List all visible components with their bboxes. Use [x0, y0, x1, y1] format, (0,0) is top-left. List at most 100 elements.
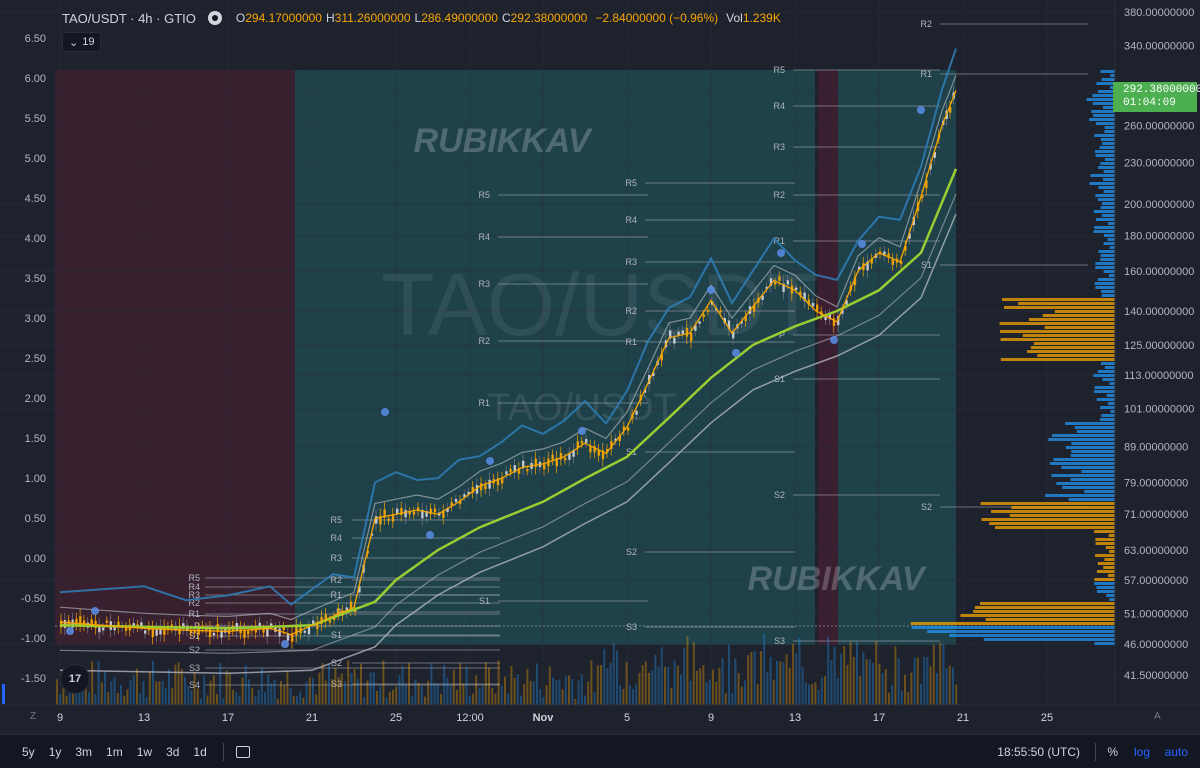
time-tick-label: 17: [222, 712, 234, 724]
time-tick-label: 13: [789, 712, 801, 724]
pivot-label-r4: R4: [773, 101, 785, 111]
volume-bar: [225, 670, 228, 705]
utc-clock[interactable]: 18:55:50 (UTC): [997, 745, 1080, 759]
candle-body: [580, 440, 584, 444]
volume-bar: [443, 664, 446, 705]
volume-profile-bar: [1093, 390, 1115, 393]
volume-bar: [411, 695, 414, 705]
volume-bar: [798, 637, 801, 705]
volume-profile-bar: [1103, 234, 1115, 237]
volume-profile-bar: [1027, 350, 1115, 353]
volume-bar: [280, 680, 282, 705]
oscillator-tick-label: 5.00: [25, 153, 46, 165]
volume-bar: [731, 692, 734, 705]
price-tick-label: 340.00000000: [1124, 40, 1194, 52]
indicators-count: 19: [82, 36, 95, 48]
volume-profile-bar: [1001, 298, 1115, 301]
date-range-icon[interactable]: [235, 745, 250, 758]
volume-bar: [744, 680, 746, 705]
volume-bar: [904, 674, 906, 705]
indicators-toggle-button[interactable]: ⌄ 19: [62, 32, 102, 52]
timeframe-1m[interactable]: 1m: [106, 745, 123, 759]
volume-profile-bar: [1000, 358, 1115, 361]
oscillator-tick-label: 6.00: [25, 73, 46, 85]
volume-bar: [683, 647, 686, 705]
volume-bar: [200, 698, 202, 705]
candle-body: [375, 516, 378, 524]
candle-body: [564, 457, 567, 461]
candle-body: [488, 479, 491, 489]
pivot-label-r4: R4: [330, 533, 342, 543]
volume-bar: [878, 664, 881, 705]
log-scale-toggle[interactable]: log: [1134, 745, 1150, 759]
candle-body: [505, 471, 508, 475]
volume-bar: [692, 642, 695, 705]
timeframe-3m[interactable]: 3m: [75, 745, 92, 759]
volume-bar: [152, 660, 154, 705]
percent-scale-toggle[interactable]: %: [1107, 745, 1118, 759]
candle-body: [677, 331, 680, 336]
volume-bar: [488, 667, 490, 705]
volume-profile-bar: [1037, 354, 1115, 357]
volume-bar: [558, 679, 561, 705]
volume-profile-bar: [1103, 170, 1115, 173]
price-tick-label: 230.00000000: [1124, 157, 1194, 169]
timeframe-1d[interactable]: 1d: [193, 745, 206, 759]
watermark-author-2: RUBIKKAV: [748, 560, 928, 598]
volume-bar: [526, 668, 529, 705]
volume-bar: [88, 691, 90, 705]
volume-profile-bar: [911, 626, 1115, 629]
volume-profile-bar: [1074, 426, 1115, 429]
tradingview-logo-icon[interactable]: 17: [60, 664, 90, 694]
open-key: O: [235, 11, 246, 25]
volume-bar: [590, 660, 593, 705]
volume-profile-bar: [1094, 578, 1115, 581]
volume-bar: [942, 644, 945, 705]
volume-bar: [100, 682, 103, 705]
pivot-label-r3: R3: [478, 279, 490, 289]
volume-bar: [196, 688, 199, 705]
volume-bar: [920, 683, 922, 705]
volume-bar: [481, 686, 484, 705]
timeframe-5y[interactable]: 5y: [22, 745, 35, 759]
symbol-title[interactable]: TAO/USDT · 4h · GTIO: [62, 11, 196, 26]
volume-profile-bar: [1030, 346, 1115, 349]
candle-body: [412, 511, 416, 515]
auto-corner-label[interactable]: A: [1154, 711, 1161, 722]
price-chart[interactable]: TAO/USDT TAO/USDT RUBIKKAV RUBIKKAV R5R4…: [0, 0, 1200, 768]
volume-bar: [94, 694, 97, 705]
time-axis-panel[interactable]: [0, 705, 1115, 734]
volume-bar: [126, 689, 129, 705]
volume-profile-bar: [1071, 442, 1115, 445]
auto-scale-toggle[interactable]: auto: [1165, 745, 1188, 759]
volume-bar: [792, 643, 794, 705]
watermark-author-1: RUBIKKAV: [414, 122, 594, 160]
price-tick-label: 200.00000000: [1124, 199, 1194, 211]
timeframe-3d[interactable]: 3d: [166, 745, 179, 759]
volume-bar: [171, 688, 174, 705]
zoom-corner-label[interactable]: Z: [30, 711, 36, 722]
candle-body: [795, 287, 798, 290]
volume-bar: [491, 687, 494, 705]
volume-bar: [193, 671, 196, 705]
price-tick-label: 51.00000000: [1124, 608, 1188, 620]
candle-body: [891, 259, 894, 265]
timeframe-1w[interactable]: 1w: [137, 745, 152, 759]
volume-bar: [552, 677, 554, 705]
volume-bar: [872, 662, 874, 705]
volume-key: Vol: [726, 11, 743, 25]
oscillator-tick-label: 3.00: [25, 313, 46, 325]
volume-bar: [430, 662, 433, 705]
timeframe-1y[interactable]: 1y: [49, 745, 62, 759]
volume-bar: [708, 679, 711, 705]
oscillator-tick-label: 3.50: [25, 273, 46, 285]
high-value: 311.26000000: [334, 11, 411, 25]
bullish-zone-2: [838, 70, 956, 645]
volume-bar: [168, 669, 170, 705]
volume-profile-bar: [1100, 258, 1115, 261]
volume-profile-bar: [1065, 446, 1115, 449]
price-tick-label: 46.00000000: [1124, 639, 1188, 651]
volume-bar: [104, 672, 106, 705]
price-tick-label: 140.00000000: [1124, 306, 1194, 318]
volume-bar: [372, 671, 375, 705]
